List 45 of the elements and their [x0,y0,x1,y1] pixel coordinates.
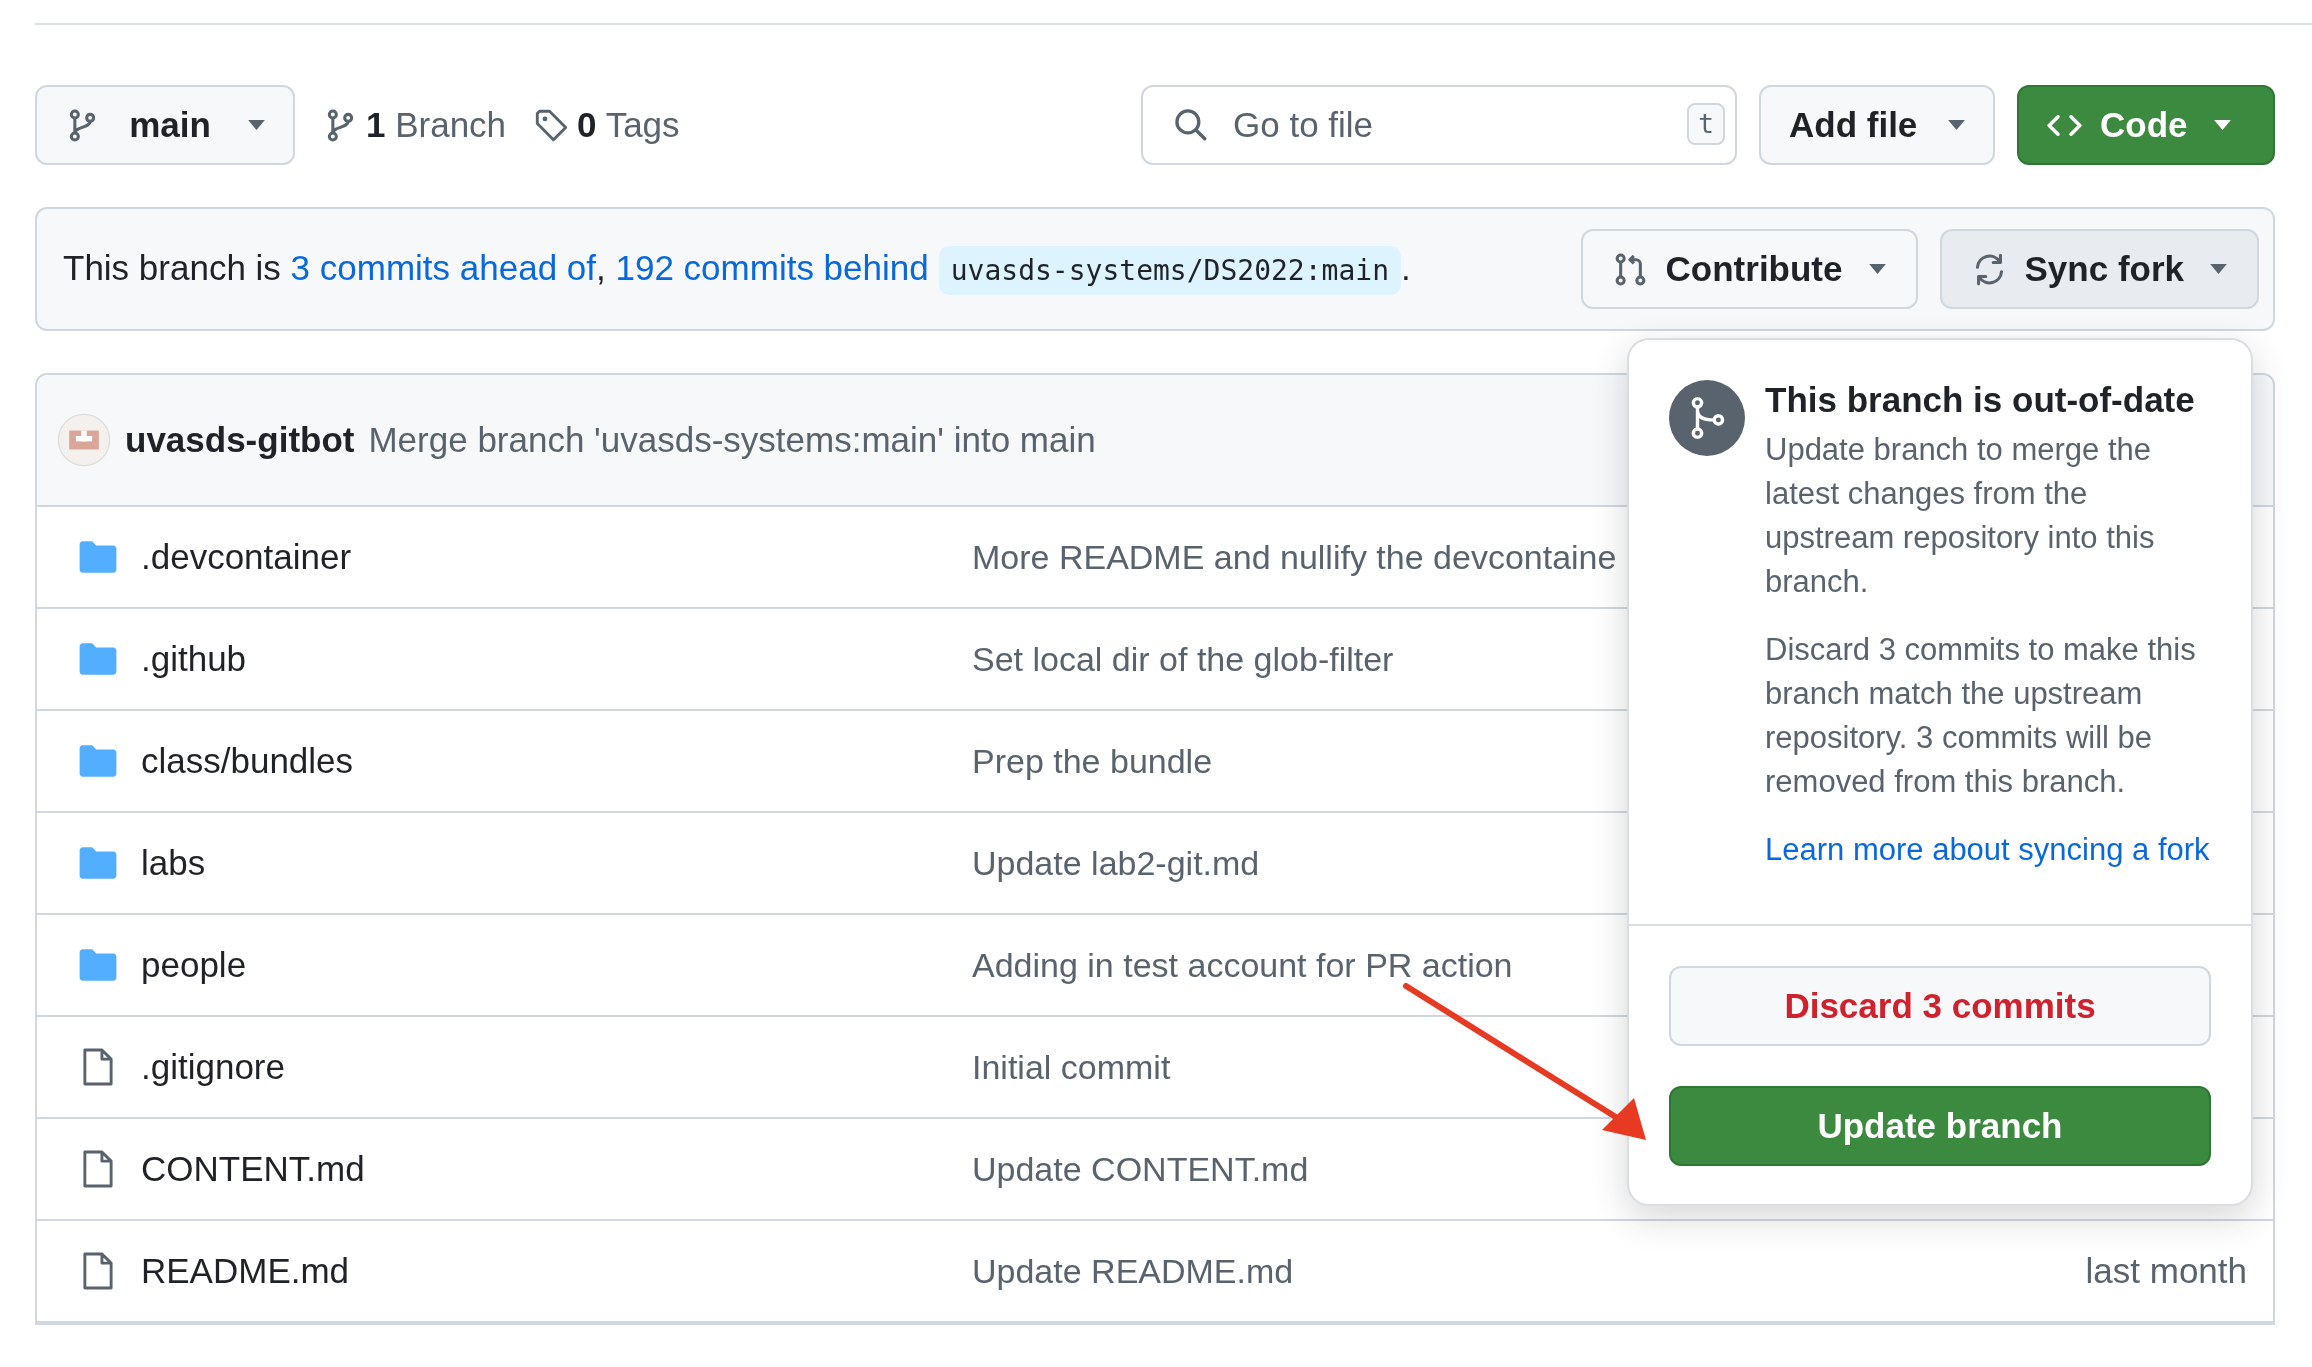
file-name-link[interactable]: class/bundles [141,741,972,781]
commit-message-link[interactable]: Update lab2-git.md [972,843,1260,883]
commit-message-link[interactable]: Update README.md [972,1251,1294,1291]
file-name-link[interactable]: README.md [141,1251,972,1291]
file-name-link[interactable]: labs [141,843,972,883]
popover-description: Discard 3 commits to make this branch match the upstream repository. 3 commits will be removed from this branch. [1765,631,2197,801]
tags-link[interactable]: 0 Tags [534,105,680,145]
file-name-link[interactable]: .devcontainer [141,537,972,577]
caret-icon [1948,120,1965,130]
search-icon [1173,107,1208,142]
commit-message-link[interactable]: More README and nullify the devcontaine [972,537,1617,577]
commit-message-link[interactable]: Update CONTENT.md [972,1149,1309,1189]
branch-selector[interactable]: main [35,85,295,165]
commit-message-link[interactable]: Set local dir of the glob-filter [972,639,1394,679]
avatar-icon [57,413,111,467]
commit-date: last month [2085,1251,2247,1291]
commit-message-link[interactable]: Initial commit [972,1047,1171,1087]
commit-author[interactable]: uvasds-gitbot [125,420,355,460]
add-file-button[interactable]: Add file [1759,85,1995,165]
update-branch-button[interactable]: Update branch [1669,1086,2211,1166]
commit-compare-link[interactable]: 192 commits behind [615,247,929,287]
sync-fork-button[interactable]: Sync fork [1939,229,2259,309]
caret-icon [248,120,265,130]
branches-link[interactable]: 1 Branch [323,105,507,145]
popover-title: This branch is out-of-date [1765,380,2196,420]
file-name-link[interactable]: CONTENT.md [141,1149,972,1189]
commit-message[interactable]: Merge branch 'uvasds-systems:main' into main [368,420,1096,460]
shortcut-key: t [1687,103,1725,145]
caret-icon [1868,264,1886,274]
commit-message-link[interactable]: Adding in test account for PR action [972,945,1513,985]
file-name-link[interactable]: people [141,945,972,985]
learn-more-link[interactable]: Learn more about syncing a fork [1765,832,2210,868]
caret-icon [2210,264,2227,274]
file-name-link[interactable]: .github [141,639,972,679]
caret-icon [2213,120,2231,130]
tag-icon [534,107,570,143]
popover-description: Update branch to merge the latest changes from the upstream repository into this branch. [1765,431,2156,601]
discard-commits-button[interactable]: Discard 3 commits [1669,966,2211,1046]
file-name-link[interactable]: .gitignore [141,1047,972,1087]
contribute-button[interactable]: Contribute [1580,229,1918,309]
code-button[interactable]: Code [2017,85,2275,165]
commit-compare-link[interactable]: 3 commits ahead of [290,247,597,287]
commit-message-link[interactable]: Prep the bundle [972,741,1213,781]
branch-status-text: This branch is 3 commits ahead of, 192 commits behind uvasds-systems/DS2022:main . [63,236,1411,302]
branch-icon [1669,380,1745,456]
